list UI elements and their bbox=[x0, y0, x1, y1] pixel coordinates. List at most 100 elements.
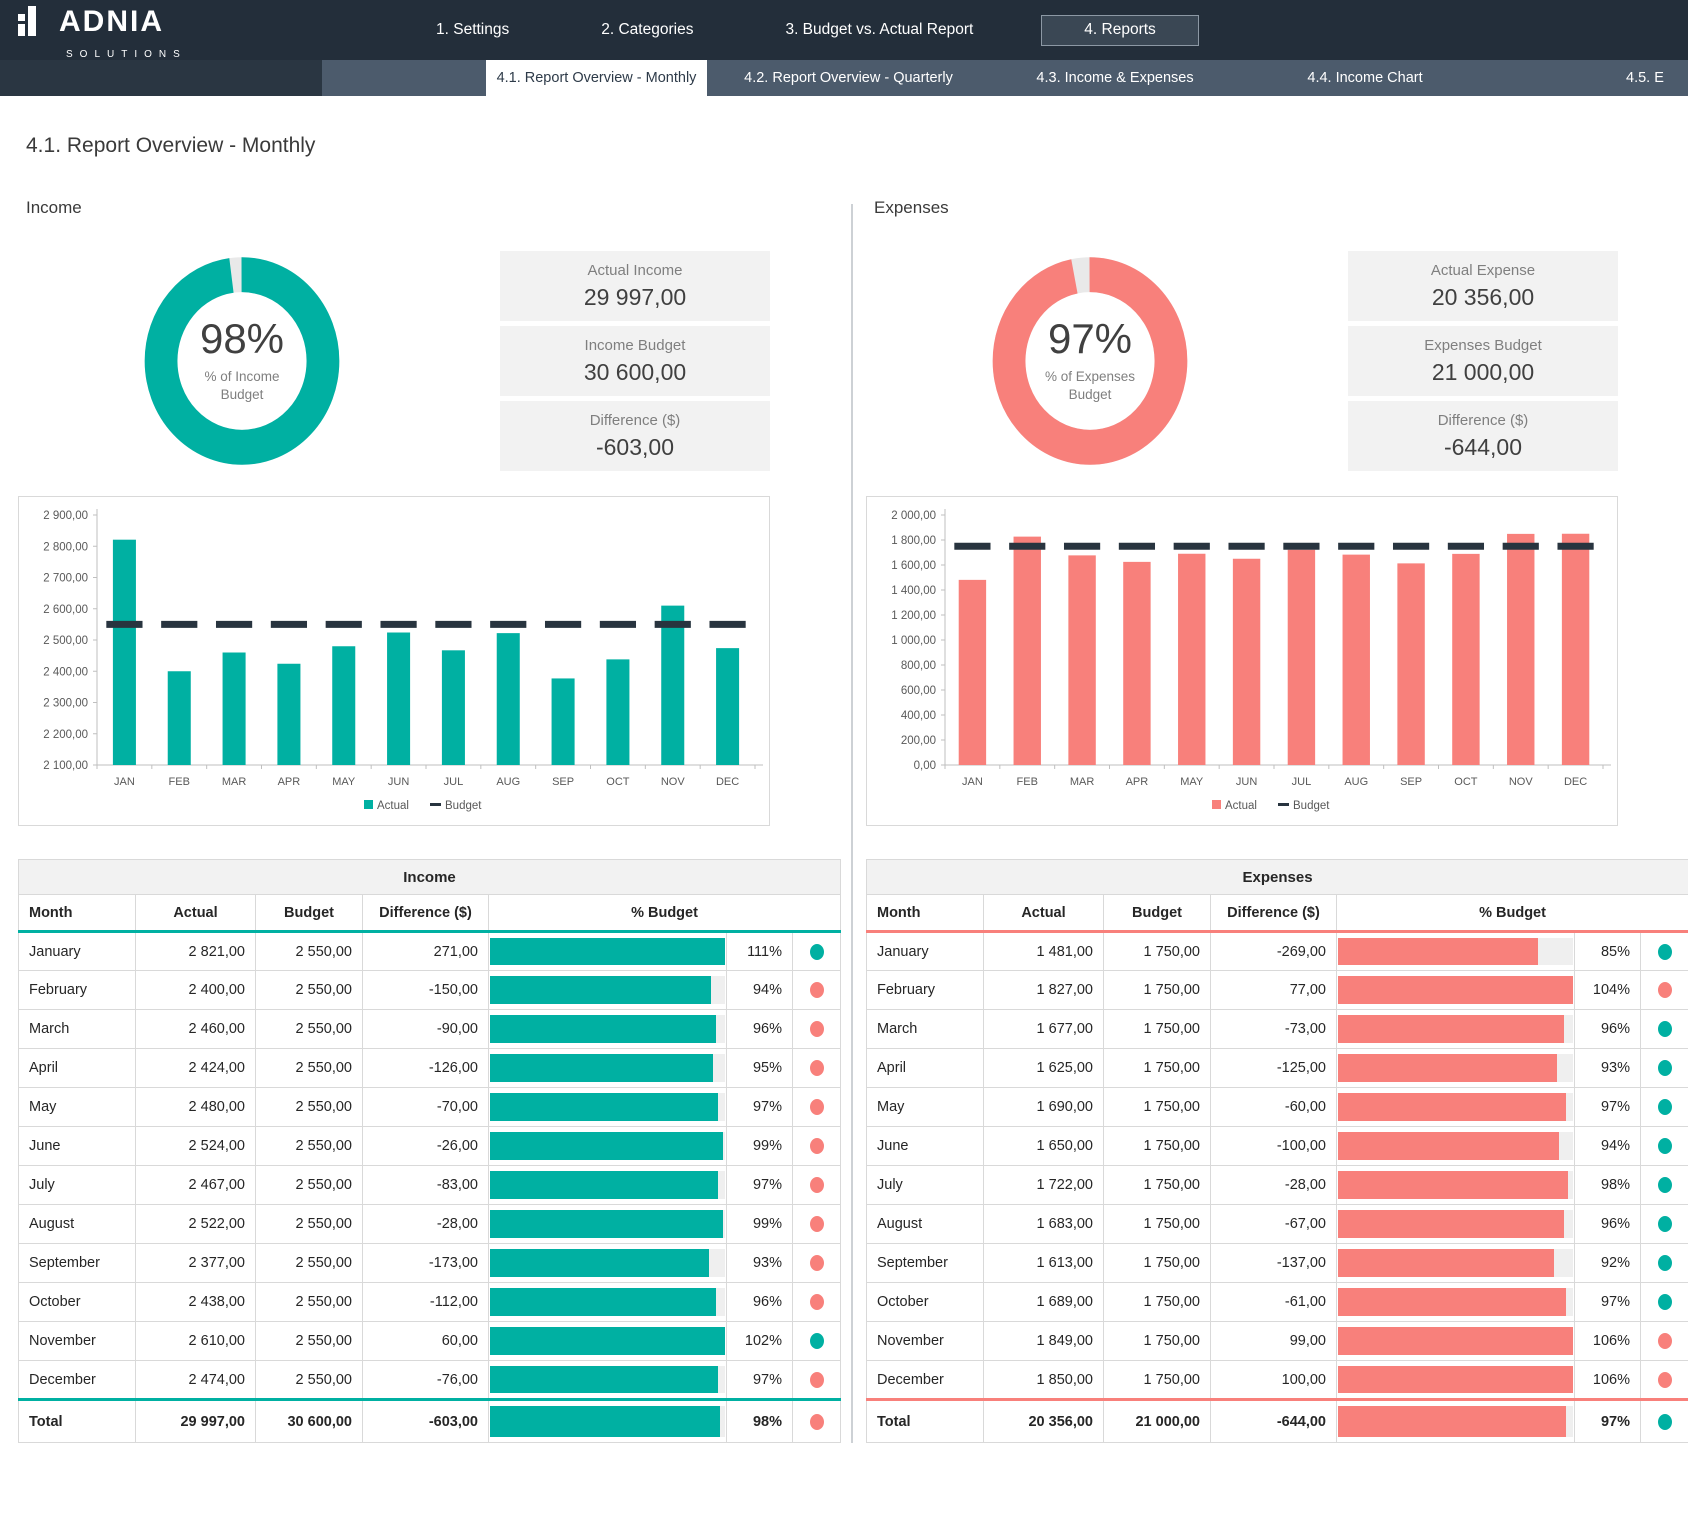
status-dot bbox=[1658, 1099, 1672, 1115]
cell-budget: 1 750,00 bbox=[1104, 971, 1211, 1010]
top-nav-item[interactable]: 2. Categories bbox=[555, 0, 739, 60]
donut-percent: 97% bbox=[1048, 318, 1132, 360]
cell-pct-bar bbox=[1337, 1361, 1575, 1400]
svg-text:SEP: SEP bbox=[552, 776, 574, 788]
cell-status bbox=[793, 1049, 841, 1088]
expenses-bar-chart: 0,00200,00400,00600,00800,001 000,001 20… bbox=[867, 501, 1615, 823]
table-row: July1 722,001 750,00-28,0098% bbox=[867, 1166, 1688, 1205]
expenses-bar-chart-frame: 0,00200,00400,00600,00800,001 000,001 20… bbox=[866, 496, 1618, 826]
status-dot bbox=[810, 1138, 824, 1154]
stat-box: Actual Expense20 356,00 bbox=[1348, 251, 1618, 321]
svg-text:600,00: 600,00 bbox=[901, 685, 936, 697]
pct-bar-fill bbox=[1338, 1288, 1566, 1316]
sub-nav-item[interactable]: 4.3. Income & Expenses bbox=[990, 60, 1240, 96]
cell-pct-value: 102% bbox=[727, 1322, 793, 1361]
status-dot bbox=[810, 982, 824, 998]
pct-bar-track bbox=[1338, 1054, 1573, 1082]
svg-text:NOV: NOV bbox=[661, 776, 686, 788]
table-header-row: MonthActualBudgetDifference ($)% Budget bbox=[867, 895, 1688, 932]
cell-status bbox=[793, 1322, 841, 1361]
table-row: June1 650,001 750,00-100,0094% bbox=[867, 1127, 1688, 1166]
table-row: May2 480,002 550,00-70,0097% bbox=[19, 1088, 841, 1127]
cell-budget: 1 750,00 bbox=[1104, 1322, 1211, 1361]
pct-bar-fill bbox=[1338, 1093, 1566, 1121]
income-overview-row: 98% % of Income Budget Actual Income 29 9… bbox=[18, 248, 770, 474]
donut-percent: 98% bbox=[200, 318, 284, 360]
cell-pct-bar bbox=[1337, 932, 1575, 971]
stat-value: -644,00 bbox=[1444, 434, 1522, 461]
cell-pct-bar bbox=[489, 1400, 727, 1443]
expenses-section-title: Expenses bbox=[874, 198, 1688, 218]
pct-bar-fill bbox=[490, 1093, 718, 1121]
cell-budget: 1 750,00 bbox=[1104, 932, 1211, 971]
table-title-row: Income bbox=[19, 860, 841, 895]
top-nav-item[interactable]: 4. Reports bbox=[1041, 15, 1199, 46]
cell-actual: 1 613,00 bbox=[984, 1244, 1104, 1283]
cell-budget: 2 550,00 bbox=[256, 1244, 363, 1283]
cell-month: June bbox=[19, 1127, 136, 1166]
cell-month: November bbox=[867, 1322, 984, 1361]
sub-nav-item[interactable]: 4.1. Report Overview - Monthly bbox=[486, 60, 707, 96]
top-nav-item[interactable]: 3. Budget vs. Actual Report bbox=[739, 0, 1019, 60]
income-section-title: Income bbox=[26, 198, 840, 218]
cell-month: November bbox=[19, 1322, 136, 1361]
income-donut-label: 98% % of Income Budget bbox=[136, 248, 348, 474]
cell-pct-value: 104% bbox=[1575, 971, 1641, 1010]
cell-status bbox=[793, 1127, 841, 1166]
cell-actual: 2 377,00 bbox=[136, 1244, 256, 1283]
cell-pct-value: 97% bbox=[1575, 1088, 1641, 1127]
cell-budget: 2 550,00 bbox=[256, 1283, 363, 1322]
cell-month: October bbox=[19, 1283, 136, 1322]
svg-text:1 600,00: 1 600,00 bbox=[891, 560, 936, 572]
cell-month: October bbox=[867, 1283, 984, 1322]
income-panel: Income 98% % of Income Budget Actual Inc… bbox=[18, 198, 840, 1443]
cell-budget: 2 550,00 bbox=[256, 1322, 363, 1361]
svg-text:MAY: MAY bbox=[332, 776, 356, 788]
stat-label: Income Budget bbox=[585, 337, 686, 354]
cell-actual: 1 849,00 bbox=[984, 1322, 1104, 1361]
cell-pct-value: 95% bbox=[727, 1049, 793, 1088]
pct-bar-fill bbox=[1338, 1015, 1564, 1043]
pct-bar-track bbox=[1338, 1093, 1573, 1121]
sub-nav-item[interactable]: 4.4. Income Chart bbox=[1240, 60, 1490, 96]
cell-status bbox=[1641, 1283, 1688, 1322]
stat-box: Difference ($)-644,00 bbox=[1348, 401, 1618, 471]
cell-status bbox=[793, 932, 841, 971]
pct-bar-track bbox=[1338, 1327, 1573, 1355]
cell-budget: 1 750,00 bbox=[1104, 1205, 1211, 1244]
cell-month: April bbox=[867, 1049, 984, 1088]
svg-text:JUN: JUN bbox=[1236, 776, 1257, 788]
cell-actual: 2 474,00 bbox=[136, 1361, 256, 1400]
cell-pct-value: 93% bbox=[1575, 1049, 1641, 1088]
stat-value: 21 000,00 bbox=[1432, 359, 1534, 386]
stat-label: Expenses Budget bbox=[1424, 337, 1542, 354]
cell-status bbox=[1641, 1088, 1688, 1127]
svg-text:1 200,00: 1 200,00 bbox=[891, 610, 936, 622]
cell-actual: 1 689,00 bbox=[984, 1283, 1104, 1322]
cell-pct-value: 92% bbox=[1575, 1244, 1641, 1283]
sub-nav-item[interactable]: 4.2. Report Overview - Quarterly bbox=[707, 60, 990, 96]
panel-divider bbox=[851, 204, 853, 1443]
stat-value: 29 997,00 bbox=[584, 284, 686, 311]
sub-nav-item[interactable]: 4.5. E bbox=[1626, 60, 1688, 96]
top-nav-item[interactable]: 1. Settings bbox=[390, 0, 555, 60]
status-dot bbox=[810, 1177, 824, 1193]
cell-actual: 20 356,00 bbox=[984, 1400, 1104, 1443]
svg-text:NOV: NOV bbox=[1509, 776, 1534, 788]
cell-pct-value: 96% bbox=[727, 1010, 793, 1049]
cell-budget: 1 750,00 bbox=[1104, 1283, 1211, 1322]
svg-text:Budget: Budget bbox=[445, 800, 482, 812]
stat-box: Actual Income 29 997,00 bbox=[500, 251, 770, 321]
cell-actual: 1 625,00 bbox=[984, 1049, 1104, 1088]
cell-month: April bbox=[19, 1049, 136, 1088]
cell-budget: 2 550,00 bbox=[256, 1166, 363, 1205]
pct-bar-fill bbox=[490, 1210, 723, 1238]
pct-bar-track bbox=[1338, 938, 1573, 965]
income-stats: Actual Income29 997,00Income Budget30 60… bbox=[500, 251, 770, 471]
table-row: February2 400,002 550,00-150,0094% bbox=[19, 971, 841, 1010]
cell-pct-bar bbox=[1337, 1088, 1575, 1127]
cell-pct-value: 96% bbox=[1575, 1010, 1641, 1049]
stat-box: Difference ($)-603,00 bbox=[500, 401, 770, 471]
svg-text:OCT: OCT bbox=[1454, 776, 1478, 788]
stat-label: Actual Income bbox=[587, 262, 682, 279]
